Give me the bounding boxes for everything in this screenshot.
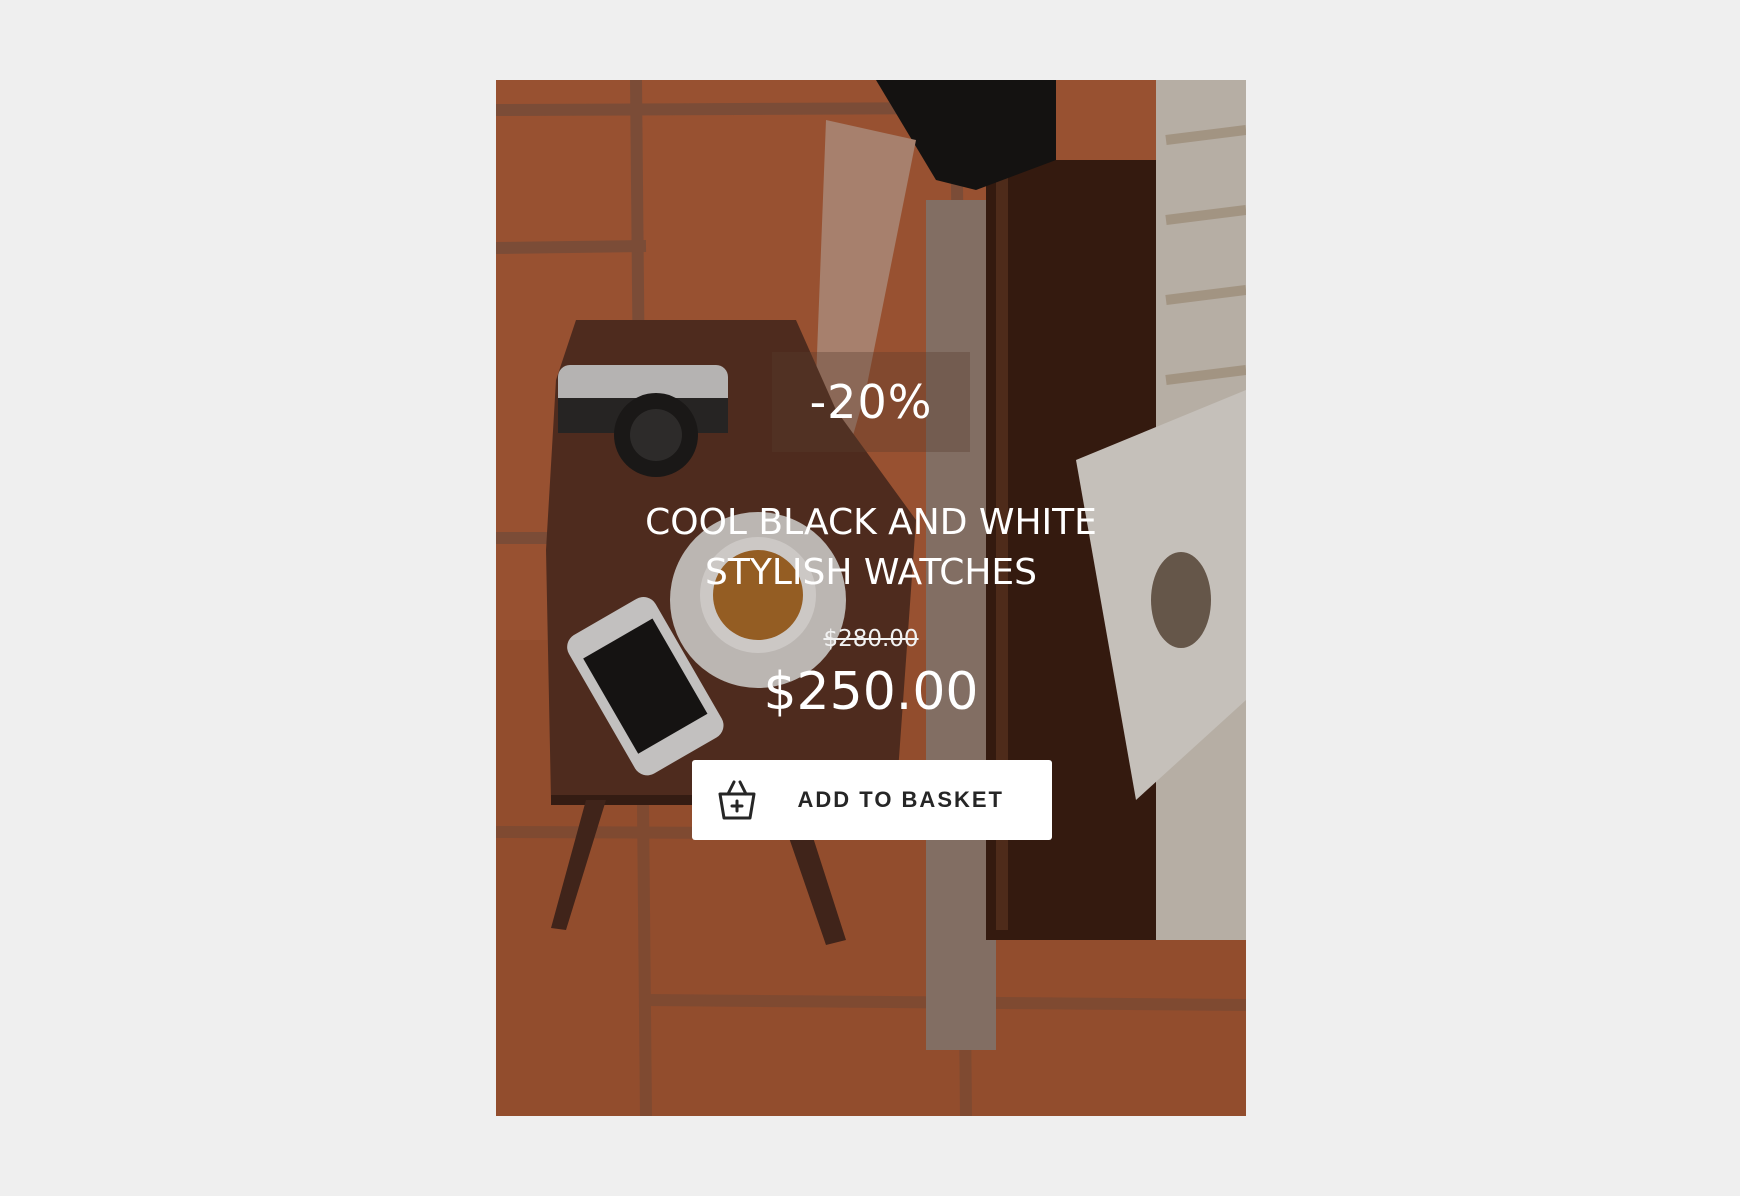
add-to-basket-label: ADD TO BASKET bbox=[797, 787, 1004, 812]
product-info: -20% COOL BLACK AND WHITE STYLISH WATCHE… bbox=[496, 80, 1246, 1116]
discount-badge: -20% bbox=[772, 352, 970, 452]
add-to-basket-button[interactable]: ADD TO BASKET bbox=[692, 760, 1052, 840]
product-card[interactable]: -20% COOL BLACK AND WHITE STYLISH WATCHE… bbox=[496, 80, 1246, 1116]
product-title: COOL BLACK AND WHITE STYLISH WATCHES bbox=[645, 502, 1097, 593]
sale-price: $250.00 bbox=[763, 662, 979, 722]
basket-add-icon bbox=[716, 778, 758, 822]
original-price: $280.00 bbox=[823, 626, 919, 652]
